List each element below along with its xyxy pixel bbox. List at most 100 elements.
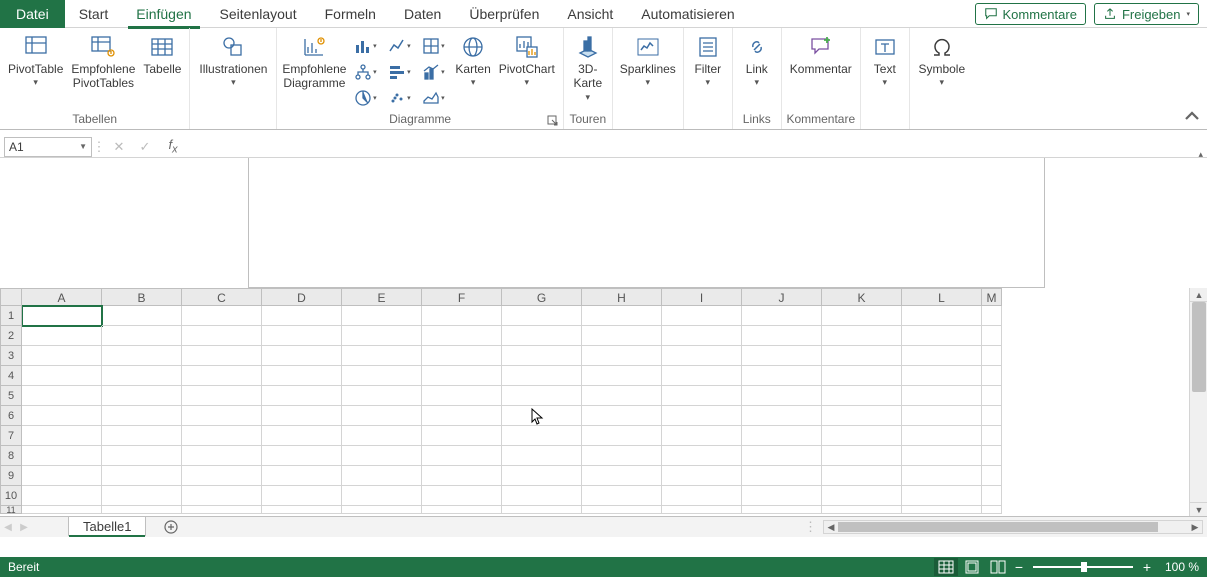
row-header[interactable]: 3 bbox=[0, 346, 22, 366]
cell[interactable] bbox=[102, 446, 182, 466]
tab-review[interactable]: Überprüfen bbox=[455, 0, 553, 28]
cell[interactable] bbox=[662, 306, 742, 326]
column-header[interactable]: A bbox=[22, 288, 102, 306]
row-header[interactable]: 2 bbox=[0, 326, 22, 346]
cell[interactable] bbox=[822, 366, 902, 386]
link-button[interactable]: Link ▾ bbox=[737, 30, 777, 88]
symbols-button[interactable]: Symbole ▾ bbox=[914, 30, 970, 88]
cell[interactable] bbox=[22, 506, 102, 514]
formula-bar-expanded[interactable] bbox=[248, 158, 1045, 288]
hierarchy-chart-menu[interactable]: ▾ bbox=[351, 60, 379, 84]
cell[interactable] bbox=[742, 486, 822, 506]
cell[interactable] bbox=[102, 406, 182, 426]
tab-view[interactable]: Ansicht bbox=[553, 0, 627, 28]
cell[interactable] bbox=[742, 366, 822, 386]
cell[interactable] bbox=[262, 466, 342, 486]
tab-insert[interactable]: Einfügen bbox=[122, 0, 205, 28]
cell[interactable] bbox=[422, 446, 502, 466]
cell[interactable] bbox=[902, 386, 982, 406]
scatter-chart-menu[interactable]: ▾ bbox=[385, 86, 413, 110]
row-header[interactable]: 8 bbox=[0, 446, 22, 466]
3d-map-button[interactable]: 3D- Karte ▾ bbox=[568, 30, 608, 103]
cancel-formula-button[interactable]: ✕ bbox=[106, 137, 132, 157]
vertical-scrollbar[interactable]: ▲ ▼ bbox=[1189, 288, 1207, 516]
cell[interactable] bbox=[22, 386, 102, 406]
cell[interactable] bbox=[902, 326, 982, 346]
cell[interactable] bbox=[902, 446, 982, 466]
cell[interactable] bbox=[902, 486, 982, 506]
cell[interactable] bbox=[182, 486, 262, 506]
expand-formula-bar-button[interactable]: ▴ bbox=[1198, 149, 1203, 160]
cell[interactable] bbox=[982, 406, 1002, 426]
cell[interactable] bbox=[182, 426, 262, 446]
cell[interactable] bbox=[582, 326, 662, 346]
cell[interactable] bbox=[902, 506, 982, 514]
cell[interactable] bbox=[182, 506, 262, 514]
cell[interactable] bbox=[182, 346, 262, 366]
cell[interactable] bbox=[662, 406, 742, 426]
column-header[interactable]: D bbox=[262, 288, 342, 306]
cell[interactable] bbox=[422, 486, 502, 506]
cell[interactable] bbox=[662, 346, 742, 366]
combo-chart-menu[interactable]: ▾ bbox=[419, 60, 447, 84]
row-header[interactable]: 1 bbox=[0, 306, 22, 326]
cell[interactable] bbox=[22, 326, 102, 346]
cell[interactable] bbox=[822, 446, 902, 466]
cell[interactable] bbox=[182, 406, 262, 426]
cell[interactable] bbox=[662, 466, 742, 486]
cell[interactable] bbox=[982, 486, 1002, 506]
cell[interactable] bbox=[502, 446, 582, 466]
cell[interactable] bbox=[422, 466, 502, 486]
new-sheet-button[interactable] bbox=[160, 517, 182, 537]
cell[interactable] bbox=[582, 506, 662, 514]
cell[interactable] bbox=[22, 366, 102, 386]
cell[interactable] bbox=[22, 426, 102, 446]
cell[interactable] bbox=[502, 346, 582, 366]
cell[interactable] bbox=[262, 506, 342, 514]
cell[interactable] bbox=[902, 306, 982, 326]
cell[interactable] bbox=[262, 326, 342, 346]
scroll-down-button[interactable]: ▼ bbox=[1190, 502, 1207, 516]
cell[interactable] bbox=[902, 466, 982, 486]
cell[interactable] bbox=[582, 426, 662, 446]
cell[interactable] bbox=[982, 306, 1002, 326]
share-button[interactable]: Freigeben ▾ bbox=[1094, 3, 1199, 25]
row-header[interactable]: 9 bbox=[0, 466, 22, 486]
cell[interactable] bbox=[742, 386, 822, 406]
vertical-scroll-thumb[interactable] bbox=[1192, 302, 1206, 392]
column-header[interactable]: I bbox=[662, 288, 742, 306]
cell[interactable] bbox=[342, 306, 422, 326]
cell[interactable] bbox=[982, 466, 1002, 486]
cell[interactable] bbox=[822, 486, 902, 506]
cell[interactable] bbox=[22, 346, 102, 366]
zoom-in-button[interactable]: + bbox=[1139, 560, 1155, 574]
line-chart-menu[interactable]: ▾ bbox=[385, 34, 413, 58]
zoom-out-button[interactable]: − bbox=[1011, 560, 1027, 574]
cell[interactable] bbox=[742, 426, 822, 446]
cell[interactable] bbox=[342, 406, 422, 426]
cell[interactable] bbox=[342, 366, 422, 386]
cell[interactable] bbox=[582, 466, 662, 486]
pivotchart-button[interactable]: PivotChart ▾ bbox=[495, 30, 559, 88]
cell[interactable] bbox=[342, 506, 422, 514]
cell[interactable] bbox=[502, 366, 582, 386]
cell[interactable] bbox=[342, 446, 422, 466]
namebox-divider[interactable]: ⋮ bbox=[92, 139, 106, 155]
name-box[interactable]: A1▼ bbox=[4, 137, 92, 157]
horizontal-scrollbar[interactable]: ◀ ▶ bbox=[823, 520, 1203, 534]
cell[interactable] bbox=[422, 426, 502, 446]
cell[interactable] bbox=[502, 486, 582, 506]
column-header[interactable]: G bbox=[502, 288, 582, 306]
tab-automate[interactable]: Automatisieren bbox=[627, 0, 748, 28]
cell[interactable] bbox=[262, 486, 342, 506]
cell[interactable] bbox=[262, 386, 342, 406]
cell[interactable] bbox=[742, 506, 822, 514]
cell[interactable] bbox=[422, 406, 502, 426]
recommended-pivottables-button[interactable]: Empfohlene PivotTables bbox=[67, 30, 139, 91]
cell[interactable] bbox=[22, 306, 102, 326]
sparklines-button[interactable]: Sparklines ▾ bbox=[617, 30, 679, 88]
horizontal-scroll-thumb[interactable] bbox=[838, 522, 1158, 532]
recommended-charts-button[interactable]: Empfohlene Diagramme bbox=[281, 30, 347, 91]
cell[interactable] bbox=[342, 426, 422, 446]
cell[interactable] bbox=[822, 386, 902, 406]
